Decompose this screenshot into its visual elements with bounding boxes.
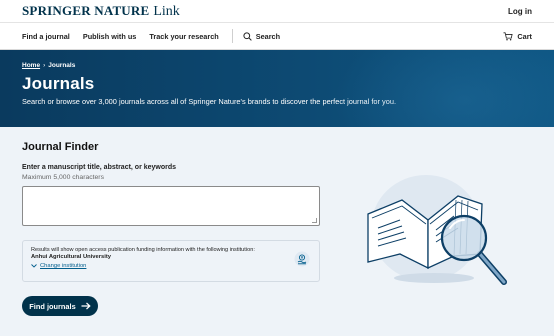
find-journals-label: Find journals [29,301,76,311]
institution-info-text: Results will show open access publicatio… [31,247,255,253]
breadcrumb-home[interactable]: Home [22,62,40,69]
page-title: Journals [22,74,95,93]
hero-banner: Home › Journals Journals Search or brows… [0,50,554,127]
breadcrumb: Home › Journals [22,62,532,69]
nav-search-label: Search [255,31,281,41]
institution-funding-icon [294,251,310,267]
breadcrumb-current: Journals [48,62,76,69]
cart-icon [503,31,513,41]
chevron-down-icon [31,264,37,268]
find-journals-button[interactable]: Find journals [22,296,98,316]
nav-find-journal[interactable]: Find a journal [22,32,70,41]
nav-search-button[interactable]: Search [243,32,280,41]
arrow-right-icon [81,302,91,310]
journal-finder-title: Journal Finder [22,141,99,153]
login-link[interactable]: Log in [508,7,532,16]
change-institution-link[interactable]: Change institution [31,263,311,269]
page-subtitle: Search or browse over 3,000 journals acr… [22,97,397,106]
logo-suffix: Link [153,3,180,19]
logo-brand: SPRINGER NATURE [22,2,150,18]
nav-divider [231,29,233,43]
springer-nature-link-logo[interactable]: SPRINGER NATURE Link [22,3,180,20]
nav-track-research[interactable]: Track your research [149,32,218,41]
cart-label: Cart [517,31,532,41]
resize-grip-icon[interactable] [312,218,317,223]
nav-publish-with-us[interactable]: Publish with us [83,32,137,41]
breadcrumb-separator: › [43,62,46,69]
change-institution-label: Change institution [40,263,87,269]
manuscript-textarea[interactable] [22,186,320,226]
book-magnifier-illustration [367,175,507,285]
top-header: SPRINGER NATURE Link Log in [0,0,554,23]
search-icon [243,31,252,41]
institution-name: Anhui Agricultural University [31,254,111,260]
cart-button[interactable]: Cart [503,32,532,41]
institution-info-box: Results will show open access publicatio… [22,240,320,282]
main-nav: Find a journal Publish with us Track you… [0,23,554,50]
